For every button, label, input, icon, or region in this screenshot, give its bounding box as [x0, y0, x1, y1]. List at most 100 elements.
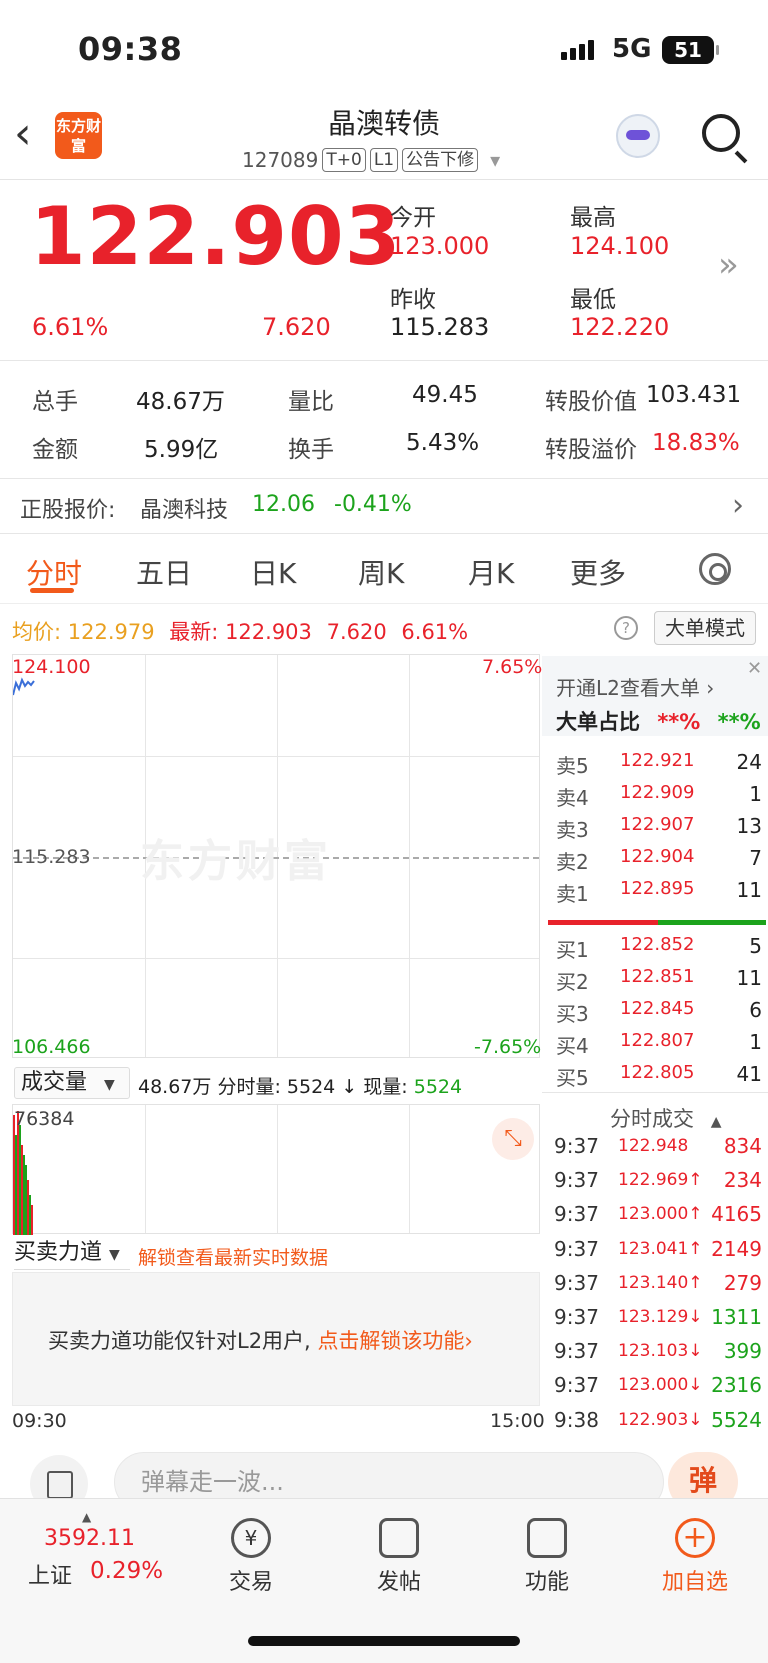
ask-qty: 1 [749, 782, 762, 806]
nav-add-watchlist[interactable]: + 加自选 [640, 1518, 750, 1596]
trade-time: 9:37 [554, 1339, 599, 1364]
expand-icon[interactable]: ⤡ [492, 1118, 534, 1160]
underlying-label: 正股报价: [20, 498, 116, 523]
trade-row: 9:37 123.041↑ 2149 [554, 1237, 762, 1267]
trade-row: 9:37 122.969↑ 234 [554, 1168, 762, 1198]
premium-value: 18.83% [652, 430, 740, 456]
high-value: 124.100 [570, 232, 670, 260]
yen-exchange-icon: ¥ [231, 1518, 271, 1558]
bid-price: 122.805 [620, 1062, 695, 1083]
active-tab-indicator [30, 588, 74, 593]
big-order-ratio: 大单占比 **% **% [556, 706, 761, 736]
chart-top-percent: 7.65% [482, 656, 543, 678]
nav-functions-label: 功能 [524, 1570, 569, 1595]
gear-icon[interactable] [699, 553, 731, 585]
amount-label: 金额 [32, 437, 78, 463]
ask-price: 122.907 [620, 814, 695, 835]
ask-qty: 11 [736, 878, 762, 902]
volume-indicator-select[interactable]: 成交量 ▼ [14, 1067, 130, 1099]
ask-row[interactable]: 卖1 122.895 11 [556, 878, 762, 908]
ask-price: 122.895 [620, 878, 695, 899]
turnover-label: 换手 [288, 437, 334, 463]
assistant-robot-icon[interactable] [616, 114, 660, 158]
trade-time: 9:38 [554, 1407, 599, 1432]
trade-price: 123.103↓ [618, 1341, 703, 1362]
chevron-down-icon[interactable]: ▾ [490, 148, 500, 172]
close-icon[interactable]: ✕ [747, 658, 762, 679]
trade-time: 9:37 [554, 1236, 599, 1261]
force-indicator-select[interactable]: 买卖力道 ▼ [14, 1238, 130, 1270]
underlying-name: 晶澳科技 [140, 498, 229, 523]
bid-row[interactable]: 买5 122.805 41 [556, 1062, 762, 1092]
volume-chart[interactable] [12, 1104, 540, 1235]
time-axis-start: 09:30 [12, 1410, 67, 1432]
conversion-value: 103.431 [646, 382, 742, 408]
avg-value: 122.979 [67, 620, 155, 644]
bid-label: 买5 [556, 1066, 589, 1090]
ask-row[interactable]: 卖5 122.921 24 [556, 750, 762, 780]
search-icon[interactable] [702, 114, 740, 152]
tick-volume-value: 5524 [286, 1076, 336, 1098]
tab-more[interactable]: 更多 [570, 552, 626, 592]
nav-functions[interactable]: 功能 [492, 1518, 602, 1596]
ask-price: 122.921 [620, 750, 695, 771]
bid-row[interactable]: 买4 122.807 1 [556, 1030, 762, 1060]
bid-row[interactable]: 买1 122.852 5 [556, 934, 762, 964]
chevron-right-icon[interactable]: › [732, 488, 744, 523]
big-order-ratio-label: 大单占比 [556, 710, 640, 734]
time-axis-end: 15:00 [490, 1410, 545, 1432]
l2-open-link[interactable]: 开通L2查看大单 › [556, 672, 714, 701]
ask-row[interactable]: 卖3 122.907 13 [556, 814, 762, 844]
trade-time: 9:37 [554, 1305, 599, 1329]
low-value: 122.220 [570, 313, 670, 341]
tag-notice: 公告下修 [402, 148, 479, 172]
expand-more-icon[interactable]: » [718, 245, 739, 285]
collapse-arrow-icon: ▲ [710, 1114, 722, 1130]
volume-ratio-label: 量比 [288, 389, 334, 415]
ask-price: 122.909 [620, 782, 695, 803]
tick-trades-header[interactable]: 分时成交 ▲ [610, 1103, 721, 1133]
chart-top-price: 124.100 [12, 656, 91, 678]
nav-post[interactable]: 发帖 [344, 1518, 454, 1596]
trade-price: 122.948 [618, 1136, 689, 1156]
tab-daily-k[interactable]: 日K [250, 552, 296, 592]
dropdown-arrow-icon: ▼ [109, 1247, 120, 1263]
ask-label: 卖5 [556, 754, 589, 778]
tab-monthly-k[interactable]: 月K [468, 552, 514, 592]
ask-row[interactable]: 卖2 122.904 7 [556, 846, 762, 876]
prev-close-value: 115.283 [390, 313, 490, 341]
bid-qty: 11 [736, 966, 762, 990]
trade-qty: 1311 [711, 1305, 762, 1329]
nav-trade[interactable]: ¥ 交易 [196, 1518, 306, 1596]
index-percent[interactable]: 0.29% [90, 1558, 163, 1584]
trade-time: 9:37 [554, 1202, 599, 1227]
bid-qty: 6 [749, 998, 762, 1022]
trade-row: 9:37 123.103↓ 399 [554, 1339, 762, 1369]
tab-five-day[interactable]: 五日 [136, 552, 192, 592]
trade-row: 9:37 123.140↑ 279 [554, 1271, 762, 1301]
change-percent: 6.61% [32, 313, 109, 341]
unlock-realtime-link[interactable]: 解锁查看最新实时数据 [138, 1243, 328, 1270]
tab-intraday[interactable]: 分时 [26, 552, 82, 592]
bid-row[interactable]: 买3 122.845 6 [556, 998, 762, 1028]
tick-volume-label: 分时量: [217, 1076, 281, 1098]
security-code-row[interactable]: 127089 T+0 L1 公告下修 ▾ [242, 148, 500, 172]
big-order-mode-button[interactable]: 大单模式 [654, 611, 756, 645]
unlock-feature-link[interactable]: 点击解锁该功能› [317, 1329, 472, 1353]
home-indicator [248, 1636, 520, 1646]
ask-label: 卖4 [556, 786, 589, 810]
tab-weekly-k[interactable]: 周K [358, 552, 404, 592]
help-icon[interactable]: ? [614, 616, 638, 640]
index-value[interactable]: 3592.11 [44, 1526, 135, 1551]
ask-row[interactable]: 卖4 122.909 1 [556, 782, 762, 812]
trade-qty: 234 [723, 1168, 762, 1193]
watermark: 东方财富 [140, 836, 332, 887]
bid-row[interactable]: 买2 122.851 11 [556, 966, 762, 996]
volume-label: 总手 [32, 389, 78, 415]
chart-bottom-price: 106.466 [12, 1036, 91, 1058]
trade-price: 123.129↓ [618, 1307, 703, 1327]
trade-time: 9:37 [554, 1373, 599, 1398]
index-name[interactable]: 上证 [28, 1558, 72, 1590]
trade-qty: 4165 [711, 1202, 762, 1227]
status-time: 09:38 [78, 30, 183, 68]
